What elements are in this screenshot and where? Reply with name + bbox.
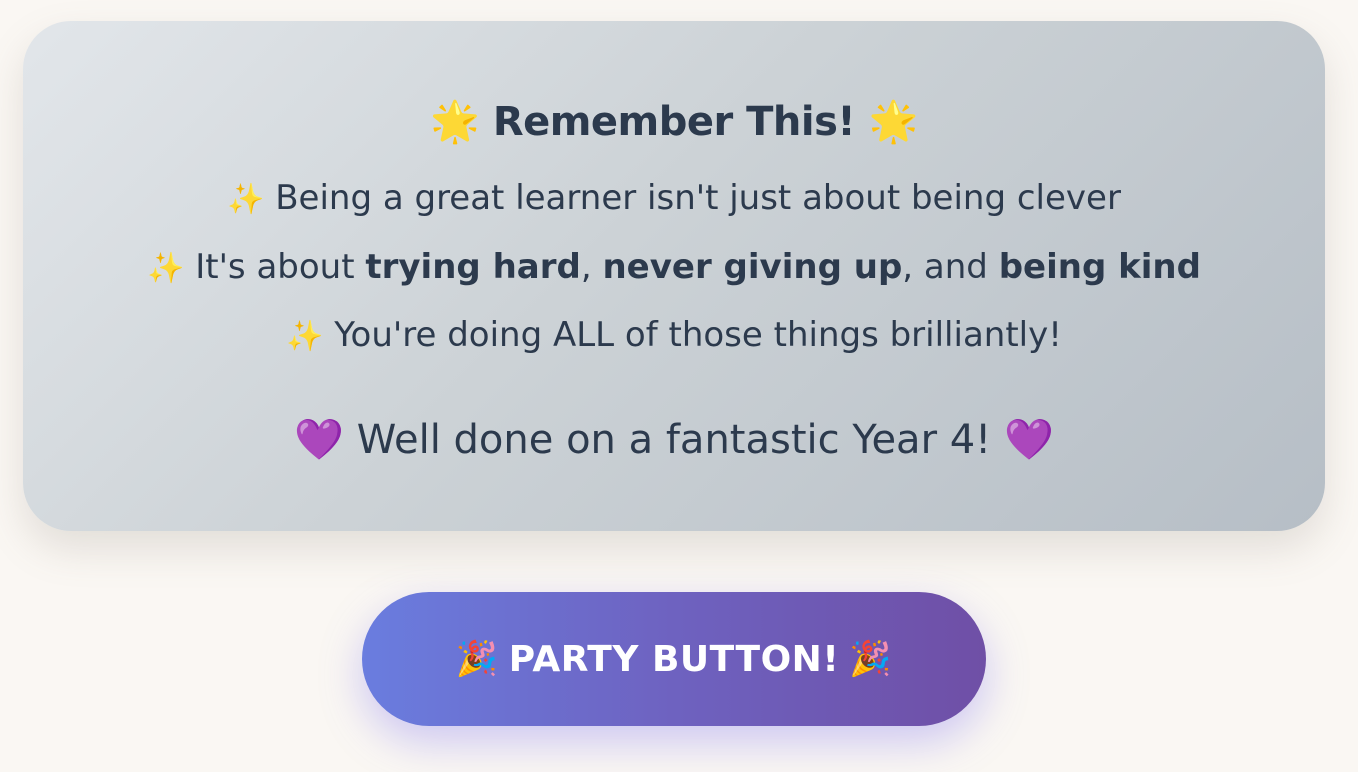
card-title-text: Remember This! bbox=[492, 99, 856, 145]
party-button[interactable]: 🎉 PARTY BUTTON! 🎉 bbox=[362, 592, 986, 726]
message-line-2-sep2: , and bbox=[902, 247, 999, 287]
sparkles-icon: ✨ bbox=[286, 319, 324, 354]
party-popper-icon: 🎉 bbox=[455, 639, 499, 679]
message-line-3-text: You're doing ALL of those things brillia… bbox=[334, 315, 1062, 355]
closing-message: 💜 Well done on a fantastic Year 4! 💜 bbox=[23, 411, 1325, 469]
message-line-2-prefix: It's about bbox=[195, 247, 366, 287]
message-line-2: ✨ It's about trying hard, never giving u… bbox=[23, 244, 1325, 292]
page: 🌟 Remember This! 🌟 ✨ Being a great learn… bbox=[0, 0, 1358, 772]
sparkles-icon: ✨ bbox=[147, 251, 185, 286]
party-button-label: PARTY BUTTON! bbox=[508, 638, 840, 680]
emphasis-trying-hard: trying hard bbox=[365, 247, 581, 287]
purple-heart-icon: 💜 bbox=[294, 417, 345, 463]
message-line-1-text: Being a great learner isn't just about b… bbox=[275, 178, 1121, 218]
card-title: 🌟 Remember This! 🌟 bbox=[23, 93, 1325, 151]
party-popper-icon: 🎉 bbox=[849, 639, 893, 679]
emphasis-being-kind: being kind bbox=[998, 247, 1201, 287]
message-line-2-sep1: , bbox=[580, 247, 603, 287]
emphasis-never-giving-up: never giving up bbox=[602, 247, 903, 287]
glowing-star-icon: 🌟 bbox=[868, 99, 919, 145]
closing-message-text: Well done on a fantastic Year 4! bbox=[356, 417, 992, 463]
purple-heart-icon: 💜 bbox=[1003, 417, 1054, 463]
message-line-1: ✨ Being a great learner isn't just about… bbox=[23, 175, 1325, 223]
glowing-star-icon: 🌟 bbox=[430, 99, 480, 145]
message-line-3: ✨ You're doing ALL of those things brill… bbox=[23, 312, 1325, 360]
sparkles-icon: ✨ bbox=[227, 182, 265, 217]
encouragement-card: 🌟 Remember This! 🌟 ✨ Being a great learn… bbox=[23, 21, 1325, 531]
